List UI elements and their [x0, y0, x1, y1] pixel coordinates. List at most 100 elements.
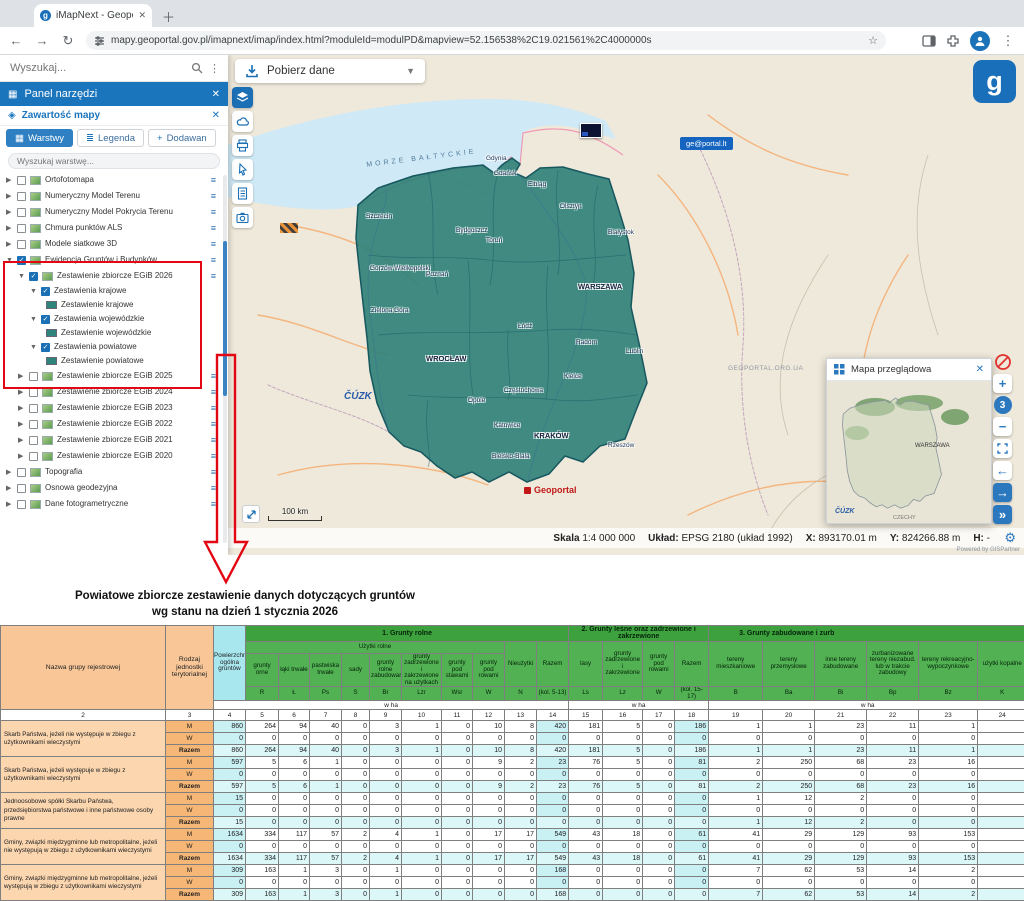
layer-item[interactable]: ▶Numeryczny Model Terenu≡	[0, 188, 220, 204]
print-tool-button[interactable]	[232, 135, 253, 156]
data-cell: 0	[279, 841, 310, 853]
layer-item[interactable]: ▶Chmura punktów ALS≡	[0, 220, 220, 236]
layer-checkbox[interactable]	[17, 176, 26, 185]
col-code: N	[505, 687, 537, 701]
tab-warstwy[interactable]: ▦Warstwy	[6, 129, 73, 147]
back-icon[interactable]: ←	[8, 33, 24, 48]
layer-checkbox[interactable]	[29, 436, 38, 445]
expand-chevron-icon[interactable]: ▶	[6, 176, 13, 184]
side-panel-icon[interactable]	[922, 34, 936, 48]
expand-chevron-icon[interactable]: ▶	[6, 192, 13, 200]
layer-checkbox[interactable]	[17, 208, 26, 217]
expand-chevron-icon[interactable]: ▶	[6, 224, 13, 232]
layer-item[interactable]: ▶Dane fotogrametryczne≡	[0, 496, 220, 512]
layer-search-input[interactable]	[8, 153, 220, 169]
layer-checkbox[interactable]	[29, 452, 38, 461]
map-content-close-icon[interactable]: ✕	[212, 110, 220, 121]
layer-menu-icon[interactable]: ≡	[211, 207, 216, 217]
expand-chevron-icon[interactable]: ▶	[6, 500, 13, 508]
menu-kebab-icon[interactable]: ⋮	[1000, 33, 1016, 49]
layer-menu-icon[interactable]: ≡	[211, 239, 216, 249]
unit-header: w ha	[214, 701, 569, 710]
zoom-out-button[interactable]: −	[993, 417, 1012, 436]
map-content-header: ◈ Zawartość mapy ✕	[0, 106, 228, 126]
overview-map-body[interactable]: WARSZAWA ČÚZK CZECHY	[827, 381, 991, 523]
layer-item[interactable]: ▶Zestawienie zbiorcze EGiB 2020≡	[0, 448, 220, 464]
download-icon	[245, 64, 259, 78]
layer-checkbox[interactable]	[17, 468, 26, 477]
profile-avatar[interactable]	[970, 31, 990, 51]
expand-chevron-icon[interactable]: ▶	[6, 468, 13, 476]
layer-checkbox[interactable]	[17, 240, 26, 249]
layer-item[interactable]: ▶Modele siatkowe 3D≡	[0, 236, 220, 252]
global-search-input[interactable]	[8, 61, 185, 75]
data-cell: 17	[473, 829, 505, 841]
fullscreen-button[interactable]	[993, 439, 1012, 458]
expand-chevron-icon[interactable]: ▶	[18, 452, 25, 460]
layer-menu-icon[interactable]: ≡	[211, 271, 216, 281]
map-canvas[interactable]: MORZE BAŁTYCKIE GdyniaGdańskElblągOlszty…	[228, 55, 1024, 555]
layer-item[interactable]: ▶Zestawienie zbiorcze EGiB 2022≡	[0, 416, 220, 432]
expand-chevron-icon[interactable]: ▶	[6, 240, 13, 248]
layer-checkbox[interactable]	[17, 224, 26, 233]
expand-chevron-icon[interactable]: ▶	[18, 404, 25, 412]
expand-chevron-icon[interactable]: ▶	[18, 388, 25, 396]
row-name: Gminy, związki międzygminne lub metropol…	[1, 865, 166, 901]
tab-close-icon[interactable]: ✕	[138, 10, 146, 21]
data-cell: 0	[675, 769, 709, 781]
data-cell: 0	[569, 841, 603, 853]
layer-checkbox[interactable]	[17, 484, 26, 493]
extensions-icon[interactable]	[946, 34, 960, 48]
layer-menu-icon[interactable]: ≡	[211, 191, 216, 201]
data-cell: 597	[214, 781, 246, 793]
layer-item[interactable]: ▶Zestawienie zbiorcze EGiB 2023≡	[0, 400, 220, 416]
data-cell: 0	[402, 841, 442, 853]
settings-gear-icon[interactable]: ⚙	[1004, 530, 1016, 546]
layer-item[interactable]: ▶Zestawienie zbiorcze EGiB 2021≡	[0, 432, 220, 448]
expand-chevron-icon[interactable]: ▶	[6, 208, 13, 216]
expand-chevron-icon[interactable]: ▶	[18, 436, 25, 444]
forward-icon[interactable]: →	[34, 33, 50, 48]
layer-checkbox[interactable]	[17, 500, 26, 509]
address-bar[interactable]: mapy.geoportal.gov.pl/imapnext/imap/inde…	[86, 31, 886, 50]
layer-item[interactable]: ▶Topografia≡	[0, 464, 220, 480]
zoom-in-button[interactable]: +	[993, 374, 1012, 393]
layer-menu-icon[interactable]: ≡	[211, 223, 216, 233]
reset-rotation-icon[interactable]	[994, 353, 1012, 371]
data-cell: 0	[867, 733, 919, 745]
layer-item[interactable]: ▶Ortofotomapa≡	[0, 172, 220, 188]
search-menu-kebab-icon[interactable]: ⋮	[209, 62, 220, 75]
side-panel-toggle-button[interactable]: »	[993, 505, 1012, 524]
tab-dodawanie[interactable]: +Dodawan	[148, 129, 216, 147]
overview-close-icon[interactable]: ✕	[976, 364, 984, 375]
data-cell: 0	[442, 877, 473, 889]
layer-checkbox[interactable]	[17, 192, 26, 201]
cloud-tool-button[interactable]	[232, 111, 253, 132]
layer-checkbox[interactable]	[29, 420, 38, 429]
report-tool-button[interactable]	[232, 183, 253, 204]
layer-item[interactable]: ▶Osnowa geodezyjna≡	[0, 480, 220, 496]
poland-boundary[interactable]	[356, 158, 647, 482]
data-cell: 0	[442, 805, 473, 817]
bookmark-star-icon[interactable]: ☆	[868, 34, 878, 47]
search-icon[interactable]	[191, 62, 203, 74]
new-tab-button[interactable]: ＋	[162, 7, 175, 26]
history-back-button[interactable]: ←	[993, 461, 1012, 480]
layer-checkbox[interactable]	[29, 404, 38, 413]
layers-tool-button[interactable]	[232, 87, 253, 108]
layer-menu-icon[interactable]: ≡	[211, 175, 216, 185]
tools-panel-close-icon[interactable]: ✕	[212, 89, 220, 100]
select-tool-button[interactable]	[232, 159, 253, 180]
layer-item[interactable]: ▶Numeryczny Model Pokrycia Terenu≡	[0, 204, 220, 220]
expand-chevron-icon[interactable]: ▶	[6, 484, 13, 492]
geoportal-logo[interactable]: g	[973, 60, 1016, 103]
download-data-button[interactable]: Pobierz dane ▼	[235, 59, 425, 83]
expand-chevron-icon[interactable]: ▶	[18, 420, 25, 428]
history-forward-button[interactable]: →	[993, 483, 1012, 502]
data-cell: 0	[370, 757, 402, 769]
screenshot-tool-button[interactable]	[232, 207, 253, 228]
reload-icon[interactable]: ↻	[60, 33, 76, 49]
layer-menu-icon[interactable]: ≡	[211, 255, 216, 265]
tab-legenda[interactable]: ≣Legenda	[77, 129, 144, 147]
browser-tab[interactable]: g iMapNext - Geoportal ✕	[34, 4, 152, 27]
